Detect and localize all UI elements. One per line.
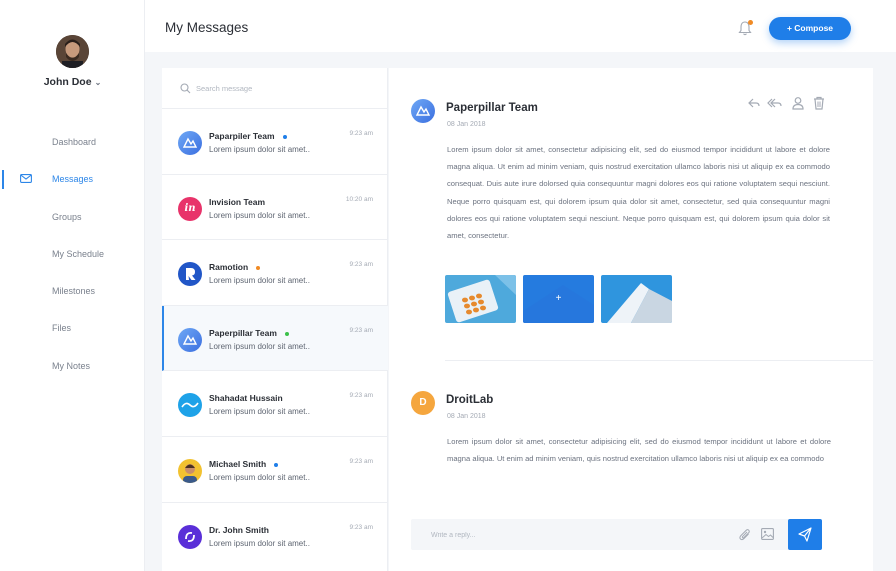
message-time: 9:23 am xyxy=(349,458,374,465)
mail-icon xyxy=(20,174,32,184)
sidebar-item-label: Milestones xyxy=(52,286,96,297)
message-actions xyxy=(747,96,827,110)
thread-sender: DroitLab xyxy=(446,394,494,406)
sidebar-item-label: My Schedule xyxy=(52,248,105,259)
search-bar xyxy=(162,68,388,109)
image-icon[interactable] xyxy=(761,528,774,540)
header: My Messages + Compose xyxy=(145,0,896,52)
droitlab-avatar: D xyxy=(411,391,435,415)
search-input[interactable] xyxy=(196,81,366,95)
message-sender: Dr. John Smith xyxy=(209,524,269,535)
message-time: 9:23 am xyxy=(349,392,374,400)
message-sender: Paparpiler Team xyxy=(209,131,287,141)
message-divider xyxy=(445,360,873,361)
message-preview: Lorem ipsum dolor sit amet.. xyxy=(209,341,310,351)
paperpillar-logo-icon xyxy=(411,99,435,123)
person-photo-icon xyxy=(178,459,202,483)
plus-icon: + xyxy=(555,293,562,304)
compose-button[interactable]: + Compose xyxy=(769,17,851,40)
message-time: 9:23 am xyxy=(349,261,374,269)
invision-logo-icon: in xyxy=(178,196,202,221)
sidebar-item-my-notes[interactable]: My Notes xyxy=(0,348,145,385)
reply-icon[interactable] xyxy=(747,96,761,110)
unread-dot xyxy=(282,134,287,139)
message-preview: Lorem ipsum dolor sit amet.. xyxy=(209,407,310,417)
message-detail: Paperpillar Team 08 Jan 2018 Lorem ipsum… xyxy=(389,68,873,571)
message-sender: Michael Smith xyxy=(209,459,279,469)
message-sender: Paperpillar Team xyxy=(209,328,289,338)
list-item-selected[interactable]: Paperpillar Team Lorem ipsum dolor sit a… xyxy=(162,305,388,372)
thread-date: 08 Jan 2018 xyxy=(447,121,486,128)
list-item[interactable]: in Invision Team Lorem ipsum dolor sit a… xyxy=(162,175,388,241)
sidebar-item-label: Messages xyxy=(52,174,94,185)
sidebar-item-label: Files xyxy=(52,323,72,334)
thread-date: 08 Jan 2018 xyxy=(447,413,486,420)
ramotion-logo-icon xyxy=(178,262,202,287)
message-sender: Ramotion xyxy=(209,262,261,272)
unread-dot xyxy=(256,265,261,270)
sidebar-item-files[interactable]: Files xyxy=(0,310,145,347)
notification-dot xyxy=(748,20,753,25)
list-item[interactable]: Dr. John Smith Lorem ipsum dolor sit ame… xyxy=(162,503,388,569)
thread-body: Lorem ipsum dolor sit amet, consectetur … xyxy=(447,145,830,241)
sidebar-nav: Dashboard Messages Groups My Schedule Mi… xyxy=(0,124,145,385)
user-menu[interactable]: John Doe ⌄ xyxy=(0,76,145,88)
message-preview: Lorem ipsum dolor sit amet.. xyxy=(209,210,310,220)
message-sender: Shahadat Hussain xyxy=(209,393,283,404)
dr-smith-logo-icon xyxy=(178,524,202,549)
thread-sender: Paperpillar Team xyxy=(446,102,538,114)
message-preview: Lorem ipsum dolor sit amet.. xyxy=(209,145,310,154)
message-time: 9:23 am xyxy=(349,523,374,531)
sidebar-item-label: My Notes xyxy=(52,360,91,371)
avatar[interactable] xyxy=(56,35,89,68)
message-time: 10:20 am xyxy=(345,195,373,203)
paperpillar-logo-icon xyxy=(178,131,202,155)
chevron-down-icon: ⌄ xyxy=(94,78,102,87)
user-name: John Doe xyxy=(43,76,92,88)
reply-box xyxy=(411,519,821,550)
shahadat-logo-icon xyxy=(178,393,202,418)
send-button[interactable] xyxy=(788,519,822,550)
paperpillar-logo-icon xyxy=(178,327,202,352)
thread-body: Lorem ipsum dolor sit amet, consectetur … xyxy=(447,437,831,464)
page-title: My Messages xyxy=(165,20,249,35)
trash-icon[interactable] xyxy=(812,96,826,110)
sidebar-item-groups[interactable]: Groups xyxy=(0,199,145,236)
attachment-building-image[interactable] xyxy=(601,275,672,323)
sidebar-item-label: Groups xyxy=(52,211,82,222)
unread-dot xyxy=(274,462,279,467)
message-preview: Lorem ipsum dolor sit amet.. xyxy=(209,276,310,286)
message-time: 9:23 am xyxy=(349,130,374,137)
list-item[interactable]: Shahadat Hussain Lorem ipsum dolor sit a… xyxy=(162,371,388,437)
sidebar-item-my-schedule[interactable]: My Schedule xyxy=(0,236,145,273)
reply-input[interactable] xyxy=(431,528,721,542)
message-preview: Lorem ipsum dolor sit amet.. xyxy=(209,473,310,482)
list-item[interactable]: Michael Smith Lorem ipsum dolor sit amet… xyxy=(162,437,388,503)
unread-dot xyxy=(284,331,289,336)
send-icon xyxy=(798,527,812,542)
sidebar-item-messages[interactable]: Messages xyxy=(0,161,145,198)
reply-all-icon[interactable] xyxy=(767,96,783,110)
paperclip-icon[interactable] xyxy=(739,528,751,541)
attachment-blue-image[interactable]: + xyxy=(523,275,594,323)
sidebar-item-label: Dashboard xyxy=(52,137,97,147)
attachment-pills-image[interactable] xyxy=(445,275,516,323)
user-icon[interactable] xyxy=(791,96,805,110)
sidebar-item-dashboard[interactable]: Dashboard xyxy=(0,124,145,161)
message-time: 9:23 am xyxy=(349,326,374,334)
list-item[interactable]: Ramotion Lorem ipsum dolor sit amet.. 9:… xyxy=(162,240,388,306)
message-preview: Lorem ipsum dolor sit amet.. xyxy=(209,538,310,548)
search-icon xyxy=(180,83,191,94)
sidebar-item-milestones[interactable]: Milestones xyxy=(0,273,145,310)
list-item[interactable]: Paparpiler Team Lorem ipsum dolor sit am… xyxy=(162,109,388,175)
message-list: Paparpiler Team Lorem ipsum dolor sit am… xyxy=(162,68,388,571)
message-sender: Invision Team xyxy=(209,196,266,207)
sidebar: John Doe ⌄ Dashboard Messages Groups My S… xyxy=(0,0,145,571)
